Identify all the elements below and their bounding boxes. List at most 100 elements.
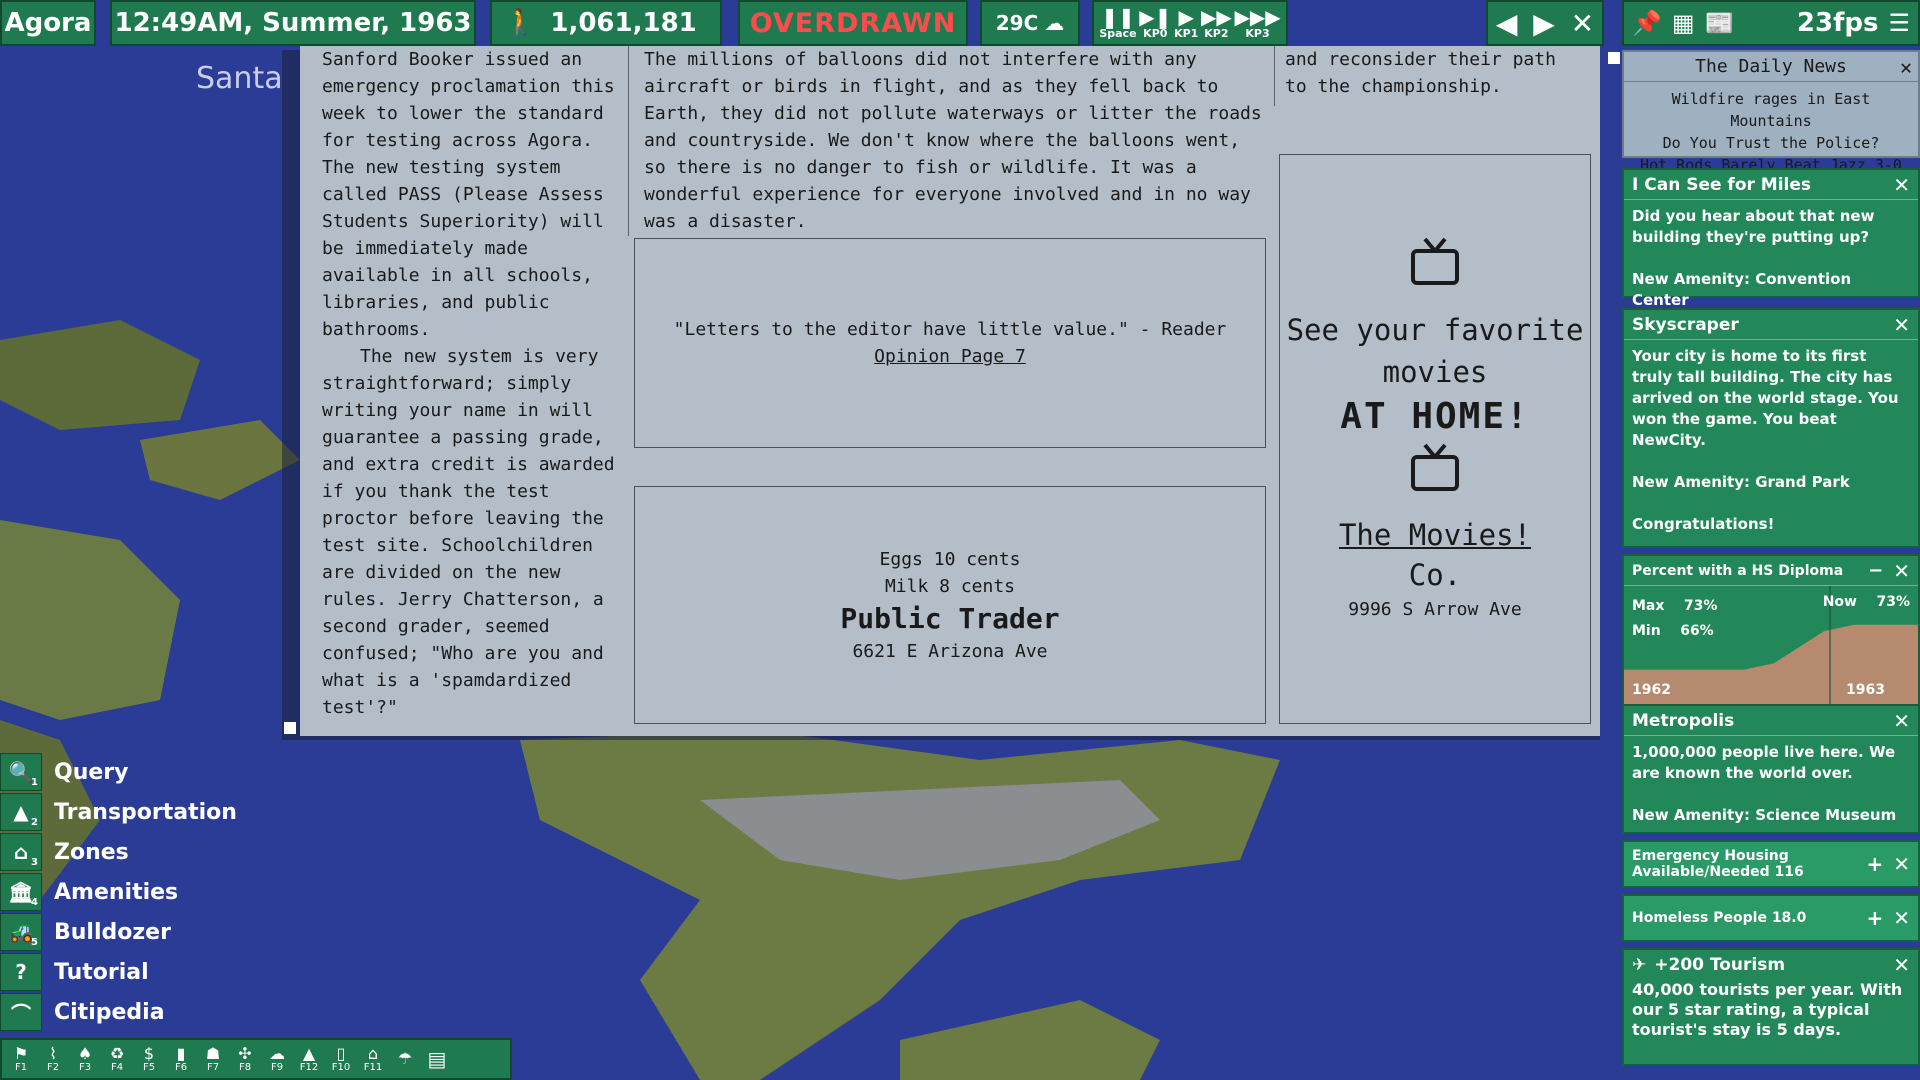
city-name[interactable]: Agora [0, 0, 96, 46]
ad-headline-emphasis: AT HOME! [1340, 396, 1530, 437]
card-title: +200 Tourism [1654, 955, 1786, 975]
article-paragraph: The new system is very straightforward; … [322, 346, 615, 718]
overlay-button[interactable]: ☁ F9 [262, 1045, 292, 1073]
speed-1-button[interactable]: ▶ KP1 [1174, 6, 1198, 40]
pause-button[interactable]: ❚❚ Space [1099, 6, 1136, 40]
overlay-button[interactable]: ⌂ F11 [358, 1045, 388, 1073]
speed-2-button[interactable]: ▶▶ KP2 [1201, 6, 1232, 40]
minimize-icon[interactable]: − [1868, 560, 1883, 581]
card-amenity: New Amenity: Science Museum [1632, 806, 1897, 824]
resize-handle[interactable] [284, 722, 296, 734]
opinion-link[interactable]: Opinion Page 7 [874, 343, 1026, 370]
map-place-label: Santa [196, 61, 283, 96]
card-title: The Daily News [1695, 56, 1847, 77]
close-icon[interactable]: ✕ [1893, 953, 1910, 977]
homeless-card[interactable]: Homeless People 18.0 + ✕ [1622, 894, 1920, 942]
tool-zones[interactable]: ⌂ 3 Zones [0, 832, 237, 872]
book-icon: ⌒ [0, 993, 42, 1031]
article-column-2: The millions of balloons did not interfe… [644, 49, 1262, 232]
newspaper: Sanford Booker issued an emergency procl… [300, 46, 1600, 736]
tourism-icon: ✈ [1632, 955, 1647, 975]
newspaper-toggle-icon[interactable]: ▤ [422, 1049, 452, 1069]
ad-price-eggs: Eggs 10 cents [879, 548, 1021, 570]
overlay-button[interactable]: ♠ F3 [70, 1045, 100, 1073]
road-icon: ▲ 2 [0, 793, 42, 831]
close-icon[interactable]: ✕ [1893, 173, 1910, 197]
population-display[interactable]: 🚶 1,061,181 [490, 0, 722, 46]
newspaper-icon[interactable]: 📰 [1705, 9, 1735, 37]
skyscraper-card[interactable]: Skyscraper ✕ Your city is home to its fir… [1622, 308, 1920, 548]
top-right-bar: 📌 ▦ 📰 23fps ☰ [1622, 0, 1920, 46]
budget-status[interactable]: OVERDRAWN [738, 0, 968, 46]
close-icon[interactable]: ✕ [1893, 908, 1910, 928]
expand-icon[interactable]: + [1866, 854, 1883, 874]
tool-transportation[interactable]: ▲ 2 Transportation [0, 792, 237, 832]
tool-citipedia[interactable]: ⌒ Citipedia [0, 992, 237, 1032]
tool-tutorial[interactable]: ? Tutorial [0, 952, 237, 992]
emergency-housing-card[interactable]: Emergency Housing Available/Needed 116 + ✕ [1622, 840, 1920, 888]
column-divider [1274, 46, 1275, 106]
help-icon: ? [0, 953, 42, 991]
card-title: Percent with a HS Diploma [1632, 562, 1844, 579]
ad-company-address: 9996 S Arrow Ave [1348, 599, 1522, 620]
card-title: Metropolis [1632, 710, 1735, 731]
notification-sidebar: The Daily News ✕ Wildfire rages in East M… [1622, 50, 1920, 1080]
overlay-button[interactable]: ▲ F12 [294, 1045, 324, 1073]
diploma-graph-card[interactable]: Percent with a HS Diploma − ✕ Max 73% Min … [1622, 554, 1920, 710]
ad-price-milk: Milk 8 cents [884, 575, 1016, 597]
date-time[interactable]: 12:49AM, Summer, 1963 [110, 0, 476, 46]
headline[interactable]: Wildfire rages in East Mountains [1632, 88, 1910, 132]
scroll-handle-top[interactable] [1608, 52, 1620, 64]
tool-query[interactable]: 🔍 1 Query [0, 752, 237, 792]
prev-page-icon[interactable]: ◀ [1496, 7, 1518, 40]
movies-ad: See your favorite movies AT HOME! The Mo… [1279, 154, 1591, 724]
overlay-button[interactable]: $ F5 [134, 1045, 164, 1073]
menu-icon[interactable]: ☰ [1888, 9, 1910, 37]
overlay-button[interactable]: ▮ F6 [166, 1045, 196, 1073]
miles-card[interactable]: I Can See for Miles ✕ Did you hear about … [1622, 168, 1920, 309]
card-text: 40,000 tourists per year. With our 5 sta… [1632, 980, 1903, 1039]
grid-icon[interactable]: ▦ [1672, 9, 1695, 37]
tool-menu: 🔍 1 Query ▲ 2 Transportation ⌂ 3 Zones 🏛 4 Ameni… [0, 752, 237, 1032]
article-paragraph: Sanford Booker issued an emergency procl… [322, 49, 615, 340]
close-icon[interactable]: ✕ [1893, 313, 1910, 337]
metropolis-card[interactable]: Metropolis ✕ 1,000,000 people live here. … [1622, 704, 1920, 834]
close-newspaper-icon[interactable]: ✕ [1571, 7, 1594, 40]
ad-business-name: Public Trader [840, 601, 1060, 635]
pin-icon[interactable]: 📌 [1632, 9, 1662, 37]
overlay-button[interactable]: ☗ F7 [198, 1045, 228, 1073]
overlay-button[interactable]: ⌇ F2 [38, 1045, 68, 1073]
next-page-icon[interactable]: ▶ [1533, 7, 1555, 40]
max-label: Max [1632, 598, 1665, 614]
card-title: Skyscraper [1632, 314, 1739, 335]
speed-3-button[interactable]: ▶▶▶ KP3 [1234, 6, 1280, 40]
close-icon[interactable]: ✕ [1893, 559, 1910, 583]
weather-display[interactable]: 29C ☁ [980, 0, 1080, 46]
overlay-button[interactable]: ✣ F8 [230, 1045, 260, 1073]
close-icon[interactable]: ✕ [1893, 854, 1910, 874]
overlay-button[interactable]: ♻ F4 [102, 1045, 132, 1073]
overlay-button[interactable]: ▯ F10 [326, 1045, 356, 1073]
homeless-value: Homeless People 18.0 [1632, 910, 1807, 926]
tool-amenities[interactable]: 🏛 4 Amenities [0, 872, 237, 912]
tool-bulldozer[interactable]: 🚜 5 Bulldozer [0, 912, 237, 952]
expand-icon[interactable]: + [1866, 908, 1883, 928]
headline[interactable]: Do You Trust the Police? [1632, 132, 1910, 154]
ad-address: 6621 E Arizona Ave [852, 640, 1048, 662]
letters-quote: "Letters to the editor have little value… [673, 319, 1227, 340]
rain-cloud-icon: ☁ [1044, 11, 1065, 35]
card-text: Did you hear about that new building the… [1632, 207, 1875, 246]
close-icon[interactable]: ✕ [1900, 55, 1912, 79]
overlay-button[interactable]: ☂ [390, 1050, 420, 1068]
tool-label: Transportation [54, 799, 237, 825]
tourism-card[interactable]: ✈ +200 Tourism ✕ 40,000 tourists per year.… [1622, 948, 1920, 1066]
step-button[interactable]: ▶❚ KP0 [1139, 6, 1171, 40]
year-end: 1963 [1846, 682, 1885, 698]
close-icon[interactable]: ✕ [1893, 709, 1910, 733]
temperature: 29C [995, 11, 1039, 35]
min-value: 66% [1680, 623, 1714, 639]
ad-company-name: The Movies! [1338, 518, 1532, 552]
overlay-button[interactable]: ⚑ F1 [6, 1045, 36, 1073]
column-divider [628, 46, 629, 236]
daily-news-card[interactable]: The Daily News ✕ Wildfire rages in East M… [1622, 50, 1920, 174]
